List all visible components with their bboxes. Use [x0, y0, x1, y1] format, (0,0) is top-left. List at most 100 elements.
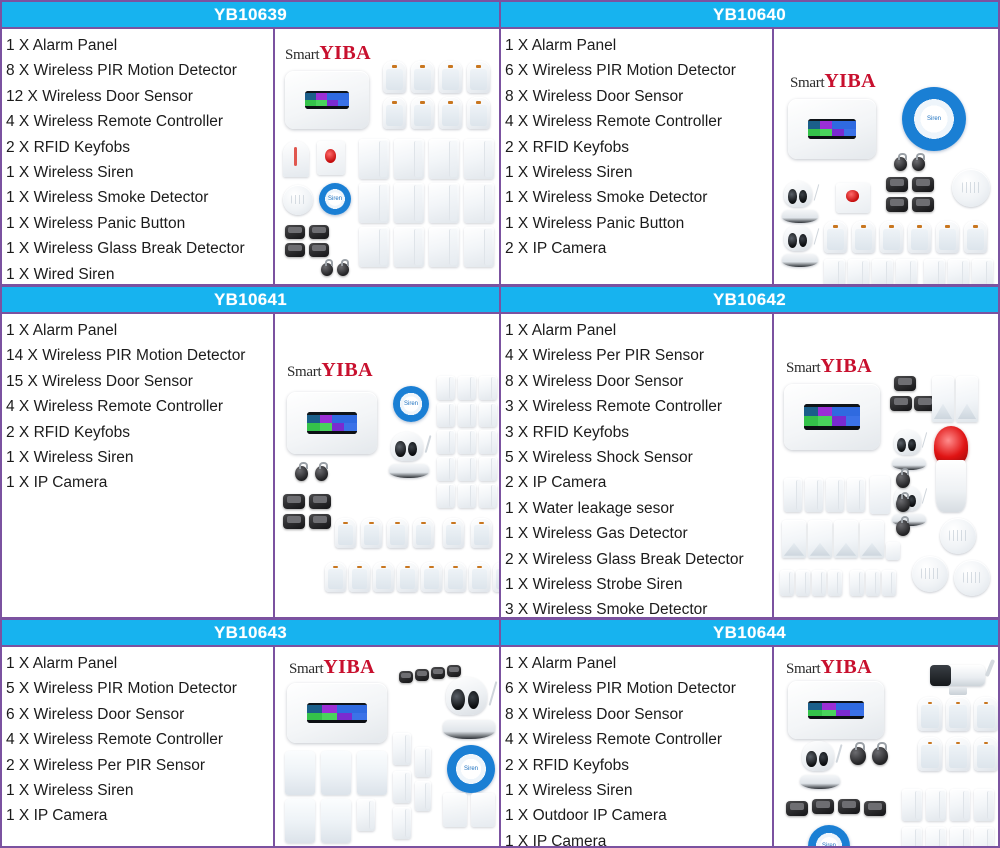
- spec-item: 1 X Water leakage sesor: [505, 499, 675, 517]
- door-sensor: [824, 259, 845, 284]
- door-sensor: [429, 139, 459, 179]
- pir-motion-detector: [361, 518, 382, 548]
- spec-item: 2 X RFID Keyfobs: [505, 138, 630, 156]
- product-photo: SmartYIBA: [774, 647, 998, 846]
- remote-controller: [864, 801, 886, 816]
- door-sensor: [866, 570, 880, 596]
- door-sensor: [394, 183, 424, 223]
- door-sensor: [780, 570, 794, 596]
- pir-motion-detector: [918, 697, 942, 731]
- product-cell-yb10644: YB10644 1 X Alarm Panel 6 X Wireless PIR…: [500, 618, 1000, 848]
- cell-body: 1 X Alarm Panel 6 X Wireless PIR Motion …: [501, 29, 998, 284]
- door-sensor: [415, 747, 431, 777]
- brand-logo: SmartYIBA: [289, 657, 375, 677]
- panic-button-device: [317, 141, 345, 175]
- spec-item: 4 X Wireless Remote Controller: [6, 113, 224, 131]
- shock-sensor-device: [834, 520, 858, 558]
- spec-item: 1 X Wireless Siren: [505, 782, 633, 800]
- brand-logo: SmartYIBA: [287, 360, 373, 380]
- brand-smart-text: Smart: [786, 360, 821, 376]
- shock-sensor-device: [860, 520, 884, 558]
- ip-camera-device: [782, 225, 820, 267]
- door-sensor: [359, 227, 389, 267]
- spec-item: 8 X Wireless Door Sensor: [505, 87, 684, 105]
- pir-motion-detector: [936, 221, 959, 253]
- door-sensor: [805, 478, 823, 512]
- alarm-panel-device: [287, 683, 387, 743]
- remote-controller: [309, 225, 329, 239]
- spec-list: 1 X Alarm Panel 6 X Wireless PIR Motion …: [501, 647, 774, 846]
- alarm-panel-device: [788, 99, 876, 159]
- door-sensor: [479, 376, 497, 400]
- brand-yiba-text: YIBA: [319, 42, 371, 64]
- spec-item: 1 X Wireless Smoke Detector: [6, 189, 209, 207]
- wired-siren-device: [283, 141, 309, 177]
- cell-header-model: YB10643: [2, 620, 499, 647]
- cell-header-model: YB10644: [501, 620, 998, 647]
- glass-break-detector: [956, 376, 978, 422]
- brand-yiba-text: YIBA: [323, 656, 375, 678]
- spec-item: 4 X Wireless Remote Controller: [505, 731, 723, 749]
- spec-item: 1 X Wireless Panic Button: [505, 214, 685, 232]
- spec-item: 6 X Wireless PIR Motion Detector: [505, 62, 736, 80]
- door-sensor: [458, 457, 476, 481]
- strobe-siren-device: [934, 426, 968, 512]
- remote-controller: [309, 514, 331, 529]
- door-sensor: [950, 789, 970, 821]
- cell-body: 1 X Alarm Panel 4 X Wireless Per PIR Sen…: [501, 314, 998, 617]
- pir-motion-detector: [443, 518, 464, 548]
- spec-item: 1 X Wired Siren: [6, 265, 115, 283]
- spec-item: 6 X Wireless PIR Motion Detector: [505, 680, 736, 698]
- door-sensor: [437, 430, 455, 454]
- door-sensor: [948, 259, 969, 284]
- panic-button-device: [836, 183, 870, 213]
- brand-yiba-text: YIBA: [820, 656, 872, 678]
- brand-yiba-text: YIBA: [820, 355, 872, 377]
- door-sensor: [415, 781, 431, 811]
- ip-camera-device: [389, 432, 431, 478]
- ip-camera-device: [892, 430, 928, 470]
- ip-camera-device: [782, 181, 820, 223]
- door-sensor: [896, 259, 917, 284]
- spec-item: 5 X Wireless PIR Motion Detector: [6, 680, 237, 698]
- remote-controller: [283, 494, 305, 509]
- door-sensor: [393, 807, 411, 839]
- remote-controller: [285, 225, 305, 239]
- spec-item: 1 X Alarm Panel: [505, 322, 617, 339]
- door-sensor: [902, 789, 922, 821]
- door-sensor: [458, 484, 476, 508]
- spec-item: 6 X Wireless Door Sensor: [6, 705, 185, 723]
- brand-smart-text: Smart: [786, 661, 821, 677]
- door-sensor: [437, 484, 455, 508]
- remote-controller: [399, 671, 413, 683]
- brand-yiba-text: YIBA: [824, 70, 876, 92]
- door-sensor: [437, 376, 455, 400]
- gas-detector-device: [870, 476, 890, 514]
- pir-motion-detector: [445, 562, 466, 592]
- spec-item: 8 X Wireless PIR Motion Detector: [6, 62, 237, 80]
- remote-controller: [283, 514, 305, 529]
- wireless-siren-device: Siren: [808, 825, 850, 846]
- pir-motion-detector: [411, 61, 434, 93]
- spec-item: 2 X Wireless Per PIR Sensor: [6, 756, 205, 774]
- door-sensor: [828, 570, 842, 596]
- pir-motion-detector: [397, 562, 418, 592]
- cell-body: 1 X Alarm Panel 14 X Wireless PIR Motion…: [2, 314, 499, 617]
- pir-motion-detector: [493, 562, 499, 592]
- brand-logo: SmartYIBA: [285, 43, 371, 63]
- pir-motion-detector: [413, 518, 434, 548]
- cell-body: 1 X Alarm Panel 5 X Wireless PIR Motion …: [2, 647, 499, 846]
- smoke-detector-device: [954, 560, 990, 596]
- spec-item: 1 X Wireless Strobe Siren: [505, 576, 683, 594]
- pir-motion-detector: [471, 518, 492, 548]
- brand-smart-text: Smart: [287, 364, 322, 380]
- spec-item: 2 X RFID Keyfobs: [505, 756, 630, 774]
- spec-item: 1 X Wireless Smoke Detector: [505, 189, 708, 207]
- rfid-keyfob: [894, 153, 907, 171]
- door-sensor: [458, 430, 476, 454]
- pir-motion-detector: [852, 221, 875, 253]
- door-sensor: [872, 259, 893, 284]
- spec-item: 4 X Wireless Remote Controller: [6, 398, 224, 416]
- spec-item: 15 X Wireless Door Sensor: [6, 372, 193, 390]
- spec-item: 14 X Wireless PIR Motion Detector: [6, 347, 246, 365]
